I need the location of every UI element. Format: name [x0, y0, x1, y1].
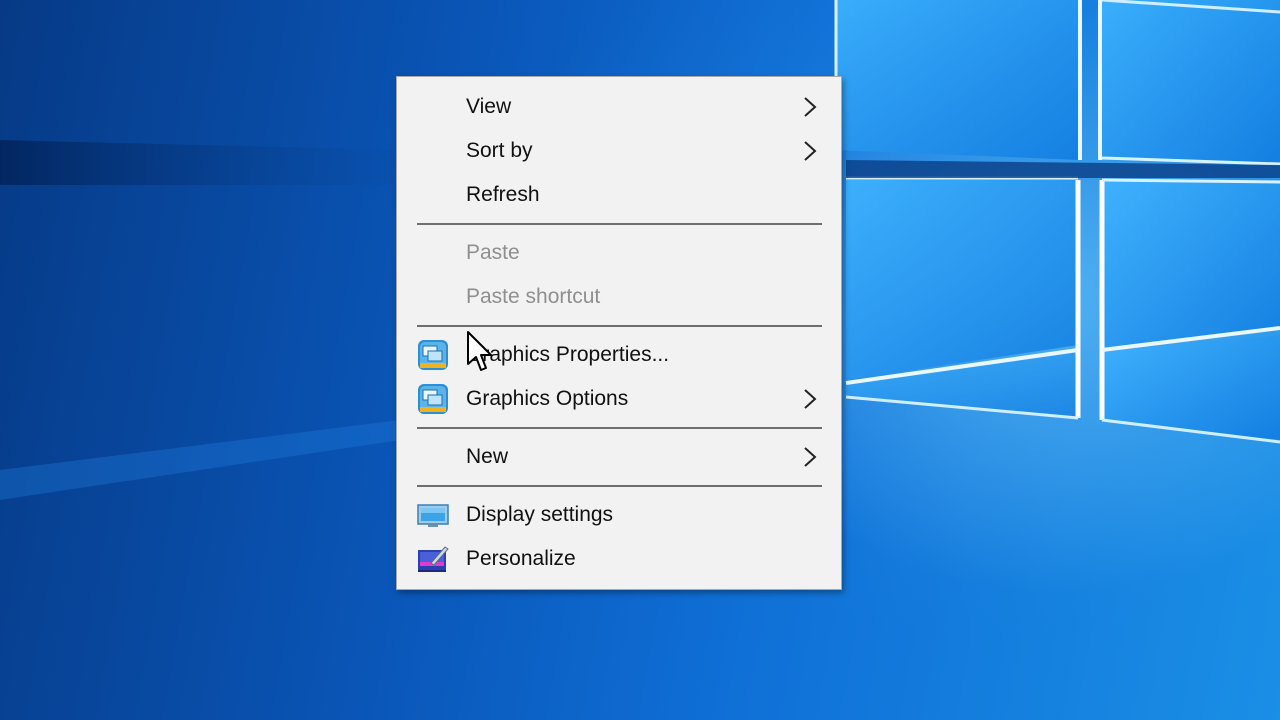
- menu-item-paste-shortcut[interactable]: Paste shortcut: [397, 275, 841, 319]
- mouse-pointer-icon: [467, 331, 492, 371]
- menu-separator: [417, 223, 822, 225]
- menu-item-label: Paste: [466, 241, 520, 264]
- chevron-right-icon: [804, 389, 817, 409]
- menu-separator: [417, 427, 822, 429]
- menu-item-label: Display settings: [466, 503, 614, 526]
- menu-separator: [417, 325, 822, 327]
- menu-item-label: Refresh: [466, 183, 540, 206]
- chevron-right-icon: [804, 97, 817, 117]
- menu-item-label: Graphics Properties...: [466, 343, 670, 366]
- intel-graphics-icon: [418, 340, 448, 370]
- menu-item-label: View: [466, 95, 512, 118]
- menu-item-label: Paste shortcut: [466, 285, 601, 308]
- menu-item-sort-by[interactable]: Sort by: [397, 129, 841, 173]
- menu-item-graphics-properties[interactable]: Graphics Properties...: [397, 333, 841, 377]
- chevron-right-icon: [804, 447, 817, 467]
- menu-item-personalize[interactable]: Personalize: [397, 537, 841, 581]
- menu-item-paste[interactable]: Paste: [397, 231, 841, 275]
- menu-item-new[interactable]: New: [397, 435, 841, 479]
- desktop-context-menu: View Sort by Refresh Paste Paste shortcu…: [396, 76, 842, 590]
- menu-separator: [417, 485, 822, 487]
- menu-item-label: Personalize: [466, 547, 576, 570]
- display-settings-icon: [417, 504, 449, 527]
- chevron-right-icon: [804, 141, 817, 161]
- menu-item-label: New: [466, 445, 509, 468]
- menu-item-label: Sort by: [466, 139, 533, 162]
- personalize-icon: [418, 546, 449, 572]
- menu-item-refresh[interactable]: Refresh: [397, 173, 841, 217]
- menu-item-label: Graphics Options: [466, 387, 629, 410]
- intel-graphics-icon: [418, 384, 448, 414]
- menu-item-display-settings[interactable]: Display settings: [397, 493, 841, 537]
- menu-item-view[interactable]: View: [397, 85, 841, 129]
- menu-item-graphics-options[interactable]: Graphics Options: [397, 377, 841, 421]
